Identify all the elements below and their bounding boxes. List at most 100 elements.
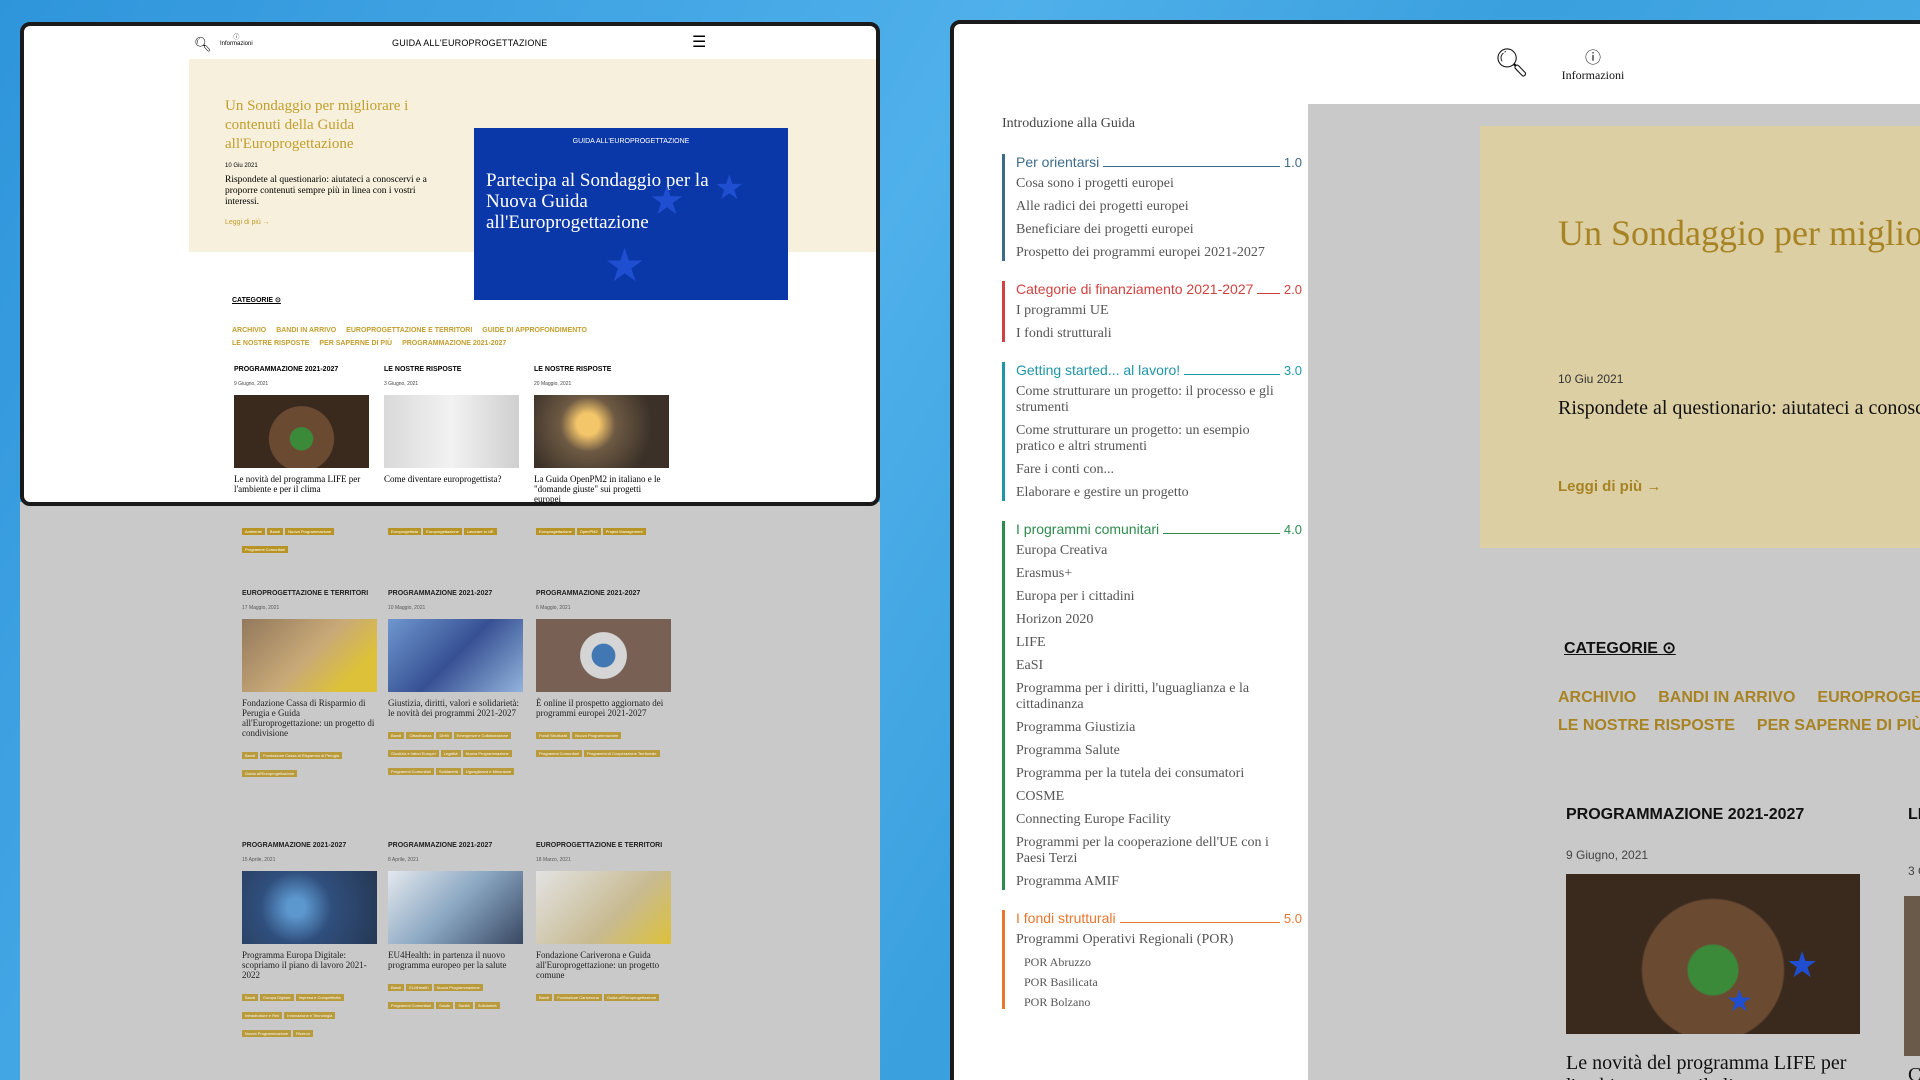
read-more-link[interactable]: Leggi di più → — [225, 219, 270, 226]
category-link[interactable]: EUROPROGETTAZIONE E TERRITORI — [1817, 689, 1920, 706]
tag[interactable]: Diritti — [436, 732, 452, 739]
card-image[interactable] — [536, 619, 671, 692]
toc-item[interactable]: Europa Creativa — [1016, 543, 1276, 559]
toc-item[interactable]: Connecting Europe Facility — [1016, 812, 1276, 828]
toc-item[interactable]: LIFE — [1016, 635, 1276, 651]
card-image[interactable] — [234, 395, 369, 468]
card-image[interactable]: ★ ★ — [1566, 874, 1860, 1034]
card-image[interactable] — [388, 871, 523, 944]
tag[interactable]: Nuova Programmazione — [285, 528, 335, 535]
tag[interactable]: Sanità — [455, 1002, 473, 1009]
card-image[interactable] — [242, 871, 377, 944]
section-heading[interactable]: Per orientarsi 1.0 — [1016, 154, 1302, 170]
category-link[interactable]: LE NOSTRE RISPOSTE — [1558, 717, 1735, 734]
article-card[interactable]: PROGRAMMAZIONE 2021-2027 8 Aprile, 2021 … — [388, 842, 523, 1012]
category-link[interactable]: PER SAPERNE DI PIÙ — [319, 340, 392, 347]
tag[interactable]: Infrastrutture e Reti — [242, 1012, 283, 1019]
card-title[interactable]: Le novità del programma LIFE per l'ambie… — [1566, 1052, 1860, 1080]
article-card[interactable]: EUROPROGETTAZIONE E TERRITORI 17 Maggio,… — [242, 590, 377, 780]
tag[interactable]: Guida all'Europrogettazione — [603, 994, 660, 1001]
card-image[interactable] — [534, 395, 669, 468]
card-image[interactable] — [1904, 896, 1920, 1056]
article-card[interactable]: EUROPROGETTAZIONE E TERRITORI 18 Marzo, … — [536, 842, 671, 1004]
section-heading[interactable]: Categorie di finanziamento 2021-2027 2.0 — [1016, 281, 1302, 297]
tag[interactable]: Uguaglianza e Minoranze — [462, 768, 515, 775]
card-image[interactable] — [242, 619, 377, 692]
toc-subitem[interactable]: POR Abruzzo — [1016, 955, 1302, 969]
toc-item[interactable]: Beneficiare dei progetti europei — [1016, 222, 1276, 238]
info-button[interactable]: ⓘ Informazioni — [1548, 44, 1638, 83]
tag[interactable]: Cittadinanza — [406, 732, 435, 739]
toc-item[interactable]: Europa per i cittadini — [1016, 589, 1276, 605]
article-card[interactable]: PROGRAMMAZIONE 2021-2027 9 Giugno, 2021 … — [234, 366, 369, 494]
toc-item[interactable]: Alle radici dei progetti europei — [1016, 199, 1276, 215]
hero-title[interactable]: Un Sondaggio per migliorare i contenuti … — [225, 97, 465, 154]
article-card[interactable]: LE NOSTRE RISPOSTE 20 Maggio, 2021 La Gu… — [534, 366, 669, 504]
tag[interactable]: Europa Digitale — [260, 994, 294, 1001]
search-icon[interactable]: 🔍︎ — [194, 36, 212, 53]
card-title[interactable]: Fondazione Cassa di Risparmio di Perugia… — [242, 698, 377, 738]
tag[interactable]: Ambiente — [242, 528, 265, 535]
toc-item[interactable]: Programmi per la cooperazione dell'UE co… — [1016, 835, 1276, 867]
tag[interactable]: Bandi — [388, 732, 405, 739]
section-heading[interactable]: I programmi comunitari 4.0 — [1016, 521, 1302, 537]
toc-item[interactable]: Fare i conti con... — [1016, 462, 1276, 478]
section-heading[interactable]: I fondi strutturali 5.0 — [1016, 910, 1302, 926]
card-title[interactable]: Fondazione Cariverona e Guida all'Europr… — [536, 950, 671, 980]
toc-item[interactable]: COSME — [1016, 789, 1276, 805]
hamburger-menu-icon[interactable]: ☰ — [692, 32, 706, 52]
toc-item[interactable]: Programmi Operativi Regionali (POR) — [1016, 932, 1276, 948]
tag[interactable]: Solidarietà — [474, 1002, 500, 1009]
toc-item[interactable]: Prospetto dei programmi europei 2021-202… — [1016, 245, 1276, 261]
tag[interactable]: Europrogettista — [388, 528, 422, 535]
tag[interactable]: Bandi — [388, 984, 405, 991]
card-title[interactable]: Programma Europa Digitale: scopriamo il … — [242, 950, 377, 980]
tag[interactable]: Fondazione Cariverona — [554, 994, 602, 1001]
card-title[interactable]: La Guida OpenPM2 in italiano e le "doman… — [534, 474, 669, 504]
read-more-link[interactable]: Leggi di più → — [1558, 478, 1661, 495]
toc-item[interactable]: Erasmus+ — [1016, 566, 1276, 582]
card-title[interactable]: Giustizia, diritti, valori e solidarietà… — [388, 698, 523, 718]
tag[interactable]: Programmi Comunitari — [242, 546, 289, 553]
card-title[interactable]: Come diventare europrogettista? — [1908, 1064, 1920, 1080]
category-link[interactable]: EUROPROGETTAZIONE E TERRITORI — [346, 327, 472, 334]
tag[interactable]: Emergenze e Collaborazione — [453, 732, 512, 739]
toc-item[interactable]: I programmi UE — [1016, 303, 1276, 319]
toc-item[interactable]: I fondi strutturali — [1016, 326, 1276, 342]
section-heading[interactable]: Getting started... al lavoro! 3.0 — [1016, 362, 1302, 378]
toc-subitem[interactable]: POR Basilicata — [1016, 975, 1302, 989]
category-link[interactable]: GUIDE DI APPROFONDIMENTO — [482, 327, 587, 334]
tag[interactable]: Project Management — [602, 528, 646, 535]
category-link[interactable]: BANDI IN ARRIVO — [1658, 689, 1795, 706]
card-image[interactable] — [536, 871, 671, 944]
toc-intro-link[interactable]: Introduzione alla Guida — [1002, 116, 1302, 132]
tag[interactable]: Lavorare in UE — [463, 528, 497, 535]
tag[interactable]: EU4Health — [406, 984, 432, 991]
card-title[interactable]: Le novità del programma LIFE per l'ambie… — [234, 474, 369, 494]
tag[interactable]: Europrogettazione — [423, 528, 462, 535]
tag[interactable]: Nuova Programmazione — [462, 750, 512, 757]
toc-item[interactable]: Come strutturare un progetto: il process… — [1016, 384, 1276, 416]
toc-item[interactable]: Programma per i diritti, l'uguaglianza e… — [1016, 681, 1276, 713]
tag[interactable]: Innovazione e Tecnologia — [284, 1012, 336, 1019]
article-card[interactable]: PROGRAMMAZIONE 2021-2027 6 Maggio, 2021 … — [536, 590, 671, 760]
tag[interactable]: Fondi Strutturali — [536, 732, 571, 739]
tag[interactable]: Bandi — [242, 994, 259, 1001]
tag[interactable]: Programmi Comunitari — [388, 1002, 435, 1009]
article-card[interactable]: LE NOSTRE RISPOSTE 3 Giugno, 2021 Come d… — [384, 366, 519, 484]
category-link[interactable]: LE NOSTRE RISPOSTE — [232, 340, 309, 347]
tag[interactable]: Nuova Programmazione — [433, 984, 483, 991]
tag[interactable]: Guida all'Europrogettazione — [242, 770, 298, 777]
card-title[interactable]: È online il prospetto aggiornato dei pro… — [536, 698, 671, 718]
toc-subitem[interactable]: POR Bolzano — [1016, 995, 1302, 1009]
tag[interactable]: Bandi — [536, 994, 553, 1001]
site-logo[interactable]: GUIDA ALL'EUROPROGETTAZIONE — [392, 38, 547, 48]
hero-title[interactable]: Un Sondaggio per migliorare i contenuti … — [1558, 212, 1920, 254]
card-image[interactable] — [388, 619, 523, 692]
tag[interactable]: Programmi di Cooperazione Territoriale — [584, 750, 660, 757]
toc-item[interactable]: Come strutturare un progetto: un esempio… — [1016, 423, 1276, 455]
categories-toggle[interactable]: CATEGORIE ⊙ — [232, 296, 281, 304]
tag[interactable]: Bandi — [242, 752, 259, 759]
toc-item[interactable]: Horizon 2020 — [1016, 612, 1276, 628]
tag[interactable]: OpenPM2 — [576, 528, 601, 535]
